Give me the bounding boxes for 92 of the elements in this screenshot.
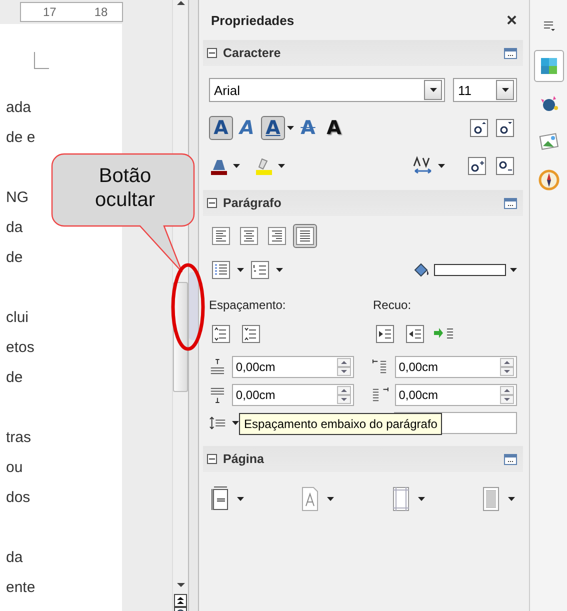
underline-button[interactable]: A [261,116,285,140]
increase-spacing-icon[interactable] [209,322,233,346]
dropdown-arrow-icon[interactable] [232,421,240,425]
previous-page-icon[interactable] [174,594,187,607]
tooltip: Espaçamento embaixo do parágrafo [239,413,442,435]
callout-text: Botão ocultar [94,164,156,212]
section-title: Caractere [223,46,282,60]
align-center-button[interactable] [237,224,261,248]
spin-arrows-icon[interactable] [500,386,514,404]
dropdown-arrow-icon[interactable] [418,497,425,501]
italic-button[interactable]: A [235,116,259,140]
dropdown-arrow-icon[interactable] [327,497,334,501]
bullet-list-icon[interactable] [209,258,233,282]
space-above-icon [209,358,226,376]
paint-bucket-icon[interactable] [412,261,430,279]
document-text-line: tras [5,428,32,448]
section-title: Parágrafo [223,196,282,210]
dropdown-arrow-icon[interactable] [508,497,515,501]
align-justify-button[interactable] [293,224,317,248]
page-size-icon[interactable] [211,486,229,512]
collapse-icon[interactable] [207,454,217,464]
document-text-line: ou [5,458,24,478]
dropdown-arrow-icon[interactable] [430,88,436,92]
dropdown-arrow-icon[interactable] [438,164,445,168]
close-button[interactable]: × [506,10,517,30]
strike-button[interactable]: A [296,116,320,140]
font-name-combobox[interactable]: Arial [209,78,445,102]
document-text-line: ada [5,98,32,118]
superscript-icon[interactable] [465,154,489,178]
align-left-button[interactable] [209,224,233,248]
dropdown-arrow-icon[interactable] [278,164,285,168]
ruler-number: 17 [43,5,56,19]
spin-arrows-icon[interactable] [337,358,352,376]
document-text-line: de e [5,128,36,148]
dropdown-arrow-icon[interactable] [237,497,244,501]
compass-icon [538,169,560,191]
spin-field[interactable]: 0,00cm [232,356,354,378]
shrink-font-icon[interactable] [493,116,517,140]
decrease-indent-icon[interactable] [403,322,427,346]
more-options-icon[interactable] [504,198,517,208]
color-swatch[interactable] [434,264,506,276]
menu-icon[interactable] [542,20,554,32]
sidebar-tab[interactable] [534,50,564,82]
subscript-icon[interactable] [493,154,517,178]
grow-font-icon[interactable] [467,116,491,140]
collapse-icon[interactable] [207,198,217,208]
dropdown-arrow-icon[interactable] [287,126,294,130]
document-text-line: clui [5,308,30,328]
document-text-line: de [5,368,24,388]
document-text-line: dos [5,488,32,508]
scroll-up-icon[interactable] [176,0,184,6]
hide-sidebar-button[interactable] [189,272,198,340]
numbered-list-icon[interactable] [248,258,272,282]
dropdown-arrow-icon[interactable] [510,268,517,272]
spin-field[interactable]: 0,00cm [394,384,517,406]
font-size-combobox[interactable]: 11 [453,78,517,102]
indent-label: Recuo: [373,298,412,312]
spacing-label: Espaçamento: [209,298,287,312]
indent-before-icon [372,358,389,376]
scroll-down-icon[interactable] [176,582,184,588]
more-options-icon[interactable] [504,454,517,464]
dropdown-arrow-icon[interactable] [276,268,283,272]
spin-field[interactable]: 0,00cm [232,384,354,406]
document-text-line: etos [5,338,36,358]
spin-arrows-icon[interactable] [500,358,514,376]
indent-after-icon [372,386,389,404]
page-corner-mark [34,52,49,69]
shadow-button[interactable]: A [322,116,346,140]
character-spacing-icon[interactable] [412,156,434,176]
document-text-line: de [5,248,24,268]
more-options-icon[interactable] [504,48,517,58]
align-right-button[interactable] [265,224,289,248]
dropdown-arrow-icon[interactable] [237,268,244,272]
page-margins-icon[interactable] [392,486,410,512]
spin-arrows-icon[interactable] [337,386,352,404]
document-text-line: da [5,548,24,568]
spin-field[interactable]: 0,00cm [394,356,517,378]
ruler-number: 18 [94,5,108,19]
decrease-spacing-icon[interactable] [239,322,263,346]
document-text-line: da [5,218,24,238]
page-orientation-icon[interactable] [301,486,320,512]
collapse-icon[interactable] [207,48,217,58]
dropdown-arrow-icon[interactable] [233,164,240,168]
section-title: Página [223,452,265,466]
space-below-icon [209,386,226,404]
line-spacing-icon[interactable] [209,414,226,432]
increase-indent-icon[interactable] [373,322,397,346]
dropdown-arrow-icon[interactable] [502,88,508,92]
page-columns-icon[interactable] [482,486,500,512]
bold-button[interactable]: A [209,116,233,140]
panel-title: Propriedades [211,12,294,28]
document-text-line: ente [5,578,36,598]
